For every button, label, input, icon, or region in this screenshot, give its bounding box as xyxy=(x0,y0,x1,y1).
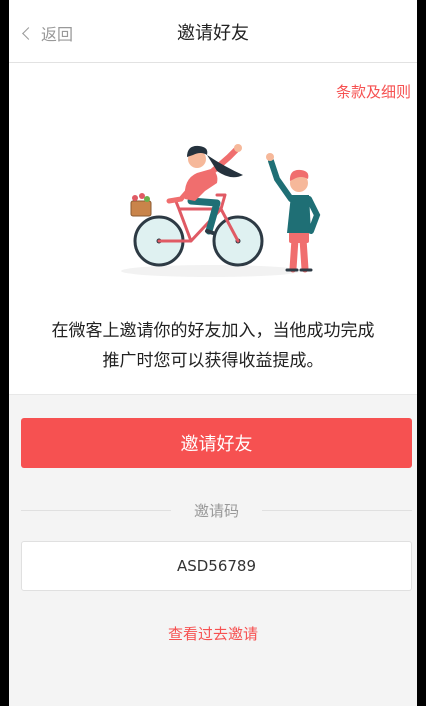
terms-link[interactable]: 条款及细则 xyxy=(336,81,411,102)
divider-line xyxy=(262,510,412,511)
page-title: 邀请好友 xyxy=(177,23,249,44)
description-line: 在微客上邀请你的好友加入，当他成功完成 xyxy=(51,321,375,341)
invite-description: 在微客上邀请你的好友加入，当他成功完成 推广时您可以获得收益提成。 xyxy=(9,316,417,376)
invite-code-divider: 邀请码 xyxy=(21,500,412,520)
past-invites-link[interactable]: 查看过去邀请 xyxy=(9,623,417,644)
bicycle-high-five-illustration xyxy=(121,144,321,277)
navigation-bar: 返回 邀请好友 xyxy=(9,0,417,63)
invite-code-field[interactable]: ASD56789 xyxy=(21,541,412,591)
app-screen: 返回 邀请好友 条款及细则 在微客上邀请你的好友加入，当他成功完成 推广时您可以… xyxy=(9,0,417,706)
hero-panel: 条款及细则 在微客上邀请你的好友加入，当他成功完成 推广时您可以获得收益提成。 xyxy=(9,63,417,395)
description-line: 推广时您可以获得收益提成。 xyxy=(102,351,324,371)
invite-friends-button[interactable]: 邀请好友 xyxy=(21,418,412,468)
